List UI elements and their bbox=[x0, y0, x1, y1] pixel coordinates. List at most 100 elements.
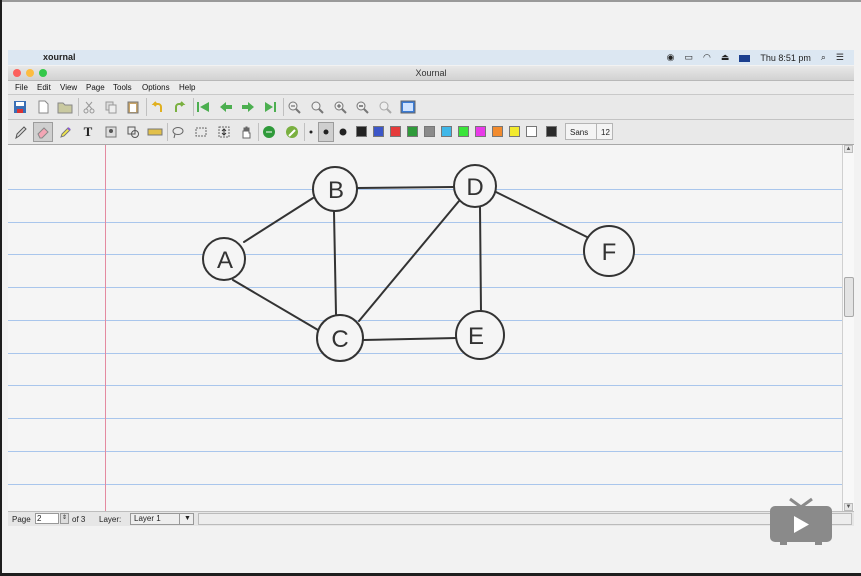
zoom-set-icon[interactable] bbox=[377, 99, 393, 115]
image-tool-icon[interactable] bbox=[103, 124, 119, 140]
toolbar-separator bbox=[258, 123, 259, 141]
color-red-swatch[interactable] bbox=[390, 126, 401, 137]
thickness-medium-icon[interactable] bbox=[318, 122, 334, 142]
ruler-icon[interactable] bbox=[147, 124, 163, 140]
spotlight-search-icon[interactable]: ⌕ bbox=[821, 52, 826, 63]
main-toolbar bbox=[8, 95, 854, 120]
menu-page[interactable]: Page bbox=[86, 83, 105, 92]
color-yellow-swatch[interactable] bbox=[509, 126, 520, 137]
scroll-down-arrow-icon[interactable]: ▼ bbox=[844, 503, 853, 511]
hand-tool-icon[interactable] bbox=[238, 124, 254, 140]
system-menu-bar: xournal ◉ ▭ ◠ ⏏ Thu 8:51 pm ⌕ ☰ bbox=[8, 50, 854, 65]
lasso-select-icon[interactable] bbox=[170, 124, 186, 140]
undo-icon[interactable] bbox=[149, 99, 165, 115]
clock[interactable]: Thu 8:51 pm bbox=[760, 53, 811, 63]
layer-select-value: Layer 1 bbox=[134, 514, 161, 523]
page-spinner-icon[interactable]: ⇕ bbox=[60, 513, 69, 524]
toolbar-separator bbox=[78, 98, 79, 116]
vertical-scrollbar[interactable]: ▲ ▼ bbox=[842, 145, 854, 511]
color-gray-swatch[interactable] bbox=[424, 126, 435, 137]
pen-icon[interactable] bbox=[12, 124, 28, 140]
menu-view[interactable]: View bbox=[60, 83, 77, 92]
input-source-flag-icon[interactable] bbox=[739, 55, 751, 62]
previous-page-icon[interactable] bbox=[218, 99, 234, 115]
color-green-swatch[interactable] bbox=[407, 126, 418, 137]
notification-center-icon[interactable]: ☰ bbox=[836, 52, 844, 63]
graph-edge-b-c bbox=[333, 211, 337, 315]
menu-options[interactable]: Options bbox=[142, 83, 170, 92]
menu-edit[interactable]: Edit bbox=[37, 83, 51, 92]
hand-drawn-graph: A B C D E F bbox=[202, 164, 635, 362]
airplay-icon[interactable]: ▭ bbox=[684, 52, 693, 63]
thickness-thick-icon[interactable] bbox=[336, 124, 350, 140]
paste-icon[interactable] bbox=[125, 99, 141, 115]
new-document-icon[interactable] bbox=[35, 99, 51, 115]
menu-help[interactable]: Help bbox=[179, 83, 195, 92]
color-magenta-swatch[interactable] bbox=[475, 126, 486, 137]
zoom-in-icon[interactable] bbox=[332, 99, 348, 115]
copy-icon[interactable] bbox=[103, 99, 119, 115]
page-total: of 3 bbox=[72, 515, 86, 524]
graph-edge-c-d bbox=[358, 200, 460, 322]
zoom-100-icon[interactable] bbox=[309, 99, 325, 115]
vertical-space-icon[interactable] bbox=[216, 124, 232, 140]
color-light-blue-swatch[interactable] bbox=[441, 126, 452, 137]
eraser-icon[interactable] bbox=[33, 122, 53, 142]
notebook-page-canvas[interactable]: A B C D E F bbox=[8, 145, 842, 511]
save-icon[interactable] bbox=[12, 99, 28, 115]
next-page-icon[interactable] bbox=[240, 99, 256, 115]
app-name[interactable]: xournal bbox=[43, 52, 76, 62]
minimize-window-button[interactable] bbox=[26, 69, 34, 77]
graph-edge-c-e bbox=[362, 337, 458, 341]
highlighter-icon[interactable] bbox=[57, 124, 73, 140]
color-light-green-swatch[interactable] bbox=[458, 126, 469, 137]
text-tool-icon[interactable]: T bbox=[80, 124, 96, 140]
default-settings-pen-icon[interactable] bbox=[284, 124, 300, 140]
video-play-icon[interactable] bbox=[770, 496, 832, 546]
record-icon[interactable]: ◉ bbox=[667, 52, 675, 63]
close-window-button[interactable] bbox=[13, 69, 21, 77]
color-orange-swatch[interactable] bbox=[492, 126, 503, 137]
current-color-swatch[interactable] bbox=[546, 126, 557, 137]
page-number-input[interactable]: 2 bbox=[35, 513, 59, 524]
color-blue-swatch[interactable] bbox=[373, 126, 384, 137]
graph-edge-d-e bbox=[479, 206, 482, 313]
first-page-icon[interactable] bbox=[196, 99, 212, 115]
zoom-fit-width-icon[interactable] bbox=[354, 99, 370, 115]
layer-dropdown-arrow-icon[interactable]: ▼ bbox=[179, 513, 195, 525]
last-page-icon[interactable] bbox=[262, 99, 278, 115]
redo-icon[interactable] bbox=[172, 99, 188, 115]
zoom-out-icon[interactable] bbox=[286, 99, 302, 115]
thickness-fine-icon[interactable] bbox=[304, 124, 318, 140]
color-black-swatch[interactable] bbox=[356, 126, 367, 137]
menu-tools[interactable]: Tools bbox=[113, 83, 132, 92]
zoom-window-button[interactable] bbox=[39, 69, 47, 77]
rect-select-icon[interactable] bbox=[193, 124, 209, 140]
status-message-area bbox=[198, 513, 852, 525]
graph-node-d-label: D bbox=[466, 174, 483, 201]
wifi-icon[interactable]: ◠ bbox=[703, 52, 711, 63]
status-bar: Page 2 ⇕ of 3 Layer: Layer 1 ▼ bbox=[8, 511, 854, 526]
cut-icon[interactable] bbox=[81, 99, 97, 115]
graph-node-f-label: F bbox=[602, 239, 617, 266]
eject-icon[interactable]: ⏏ bbox=[721, 52, 730, 63]
fullscreen-icon[interactable] bbox=[400, 99, 416, 115]
scroll-up-arrow-icon[interactable]: ▲ bbox=[844, 145, 853, 153]
toolbar-separator bbox=[146, 98, 147, 116]
toolbar-separator bbox=[193, 98, 194, 116]
graph-node-b-label: B bbox=[328, 177, 344, 204]
color-white-swatch[interactable] bbox=[526, 126, 537, 137]
shape-recognizer-icon[interactable] bbox=[125, 124, 141, 140]
font-name-button[interactable]: Sans bbox=[565, 123, 597, 140]
default-pen-icon[interactable] bbox=[261, 124, 277, 140]
font-size-button[interactable]: 12 bbox=[596, 123, 613, 140]
open-folder-icon[interactable] bbox=[57, 99, 73, 115]
graph-node-c-label: C bbox=[331, 326, 348, 353]
screen-top-border bbox=[0, 0, 861, 2]
window-title: Xournal bbox=[415, 68, 447, 78]
graph-node-a-label: A bbox=[217, 247, 233, 274]
scrollbar-thumb[interactable] bbox=[844, 277, 854, 317]
screen-left-border bbox=[0, 0, 2, 576]
menu-file[interactable]: File bbox=[15, 83, 28, 92]
graph-edge-d-f bbox=[495, 191, 592, 240]
